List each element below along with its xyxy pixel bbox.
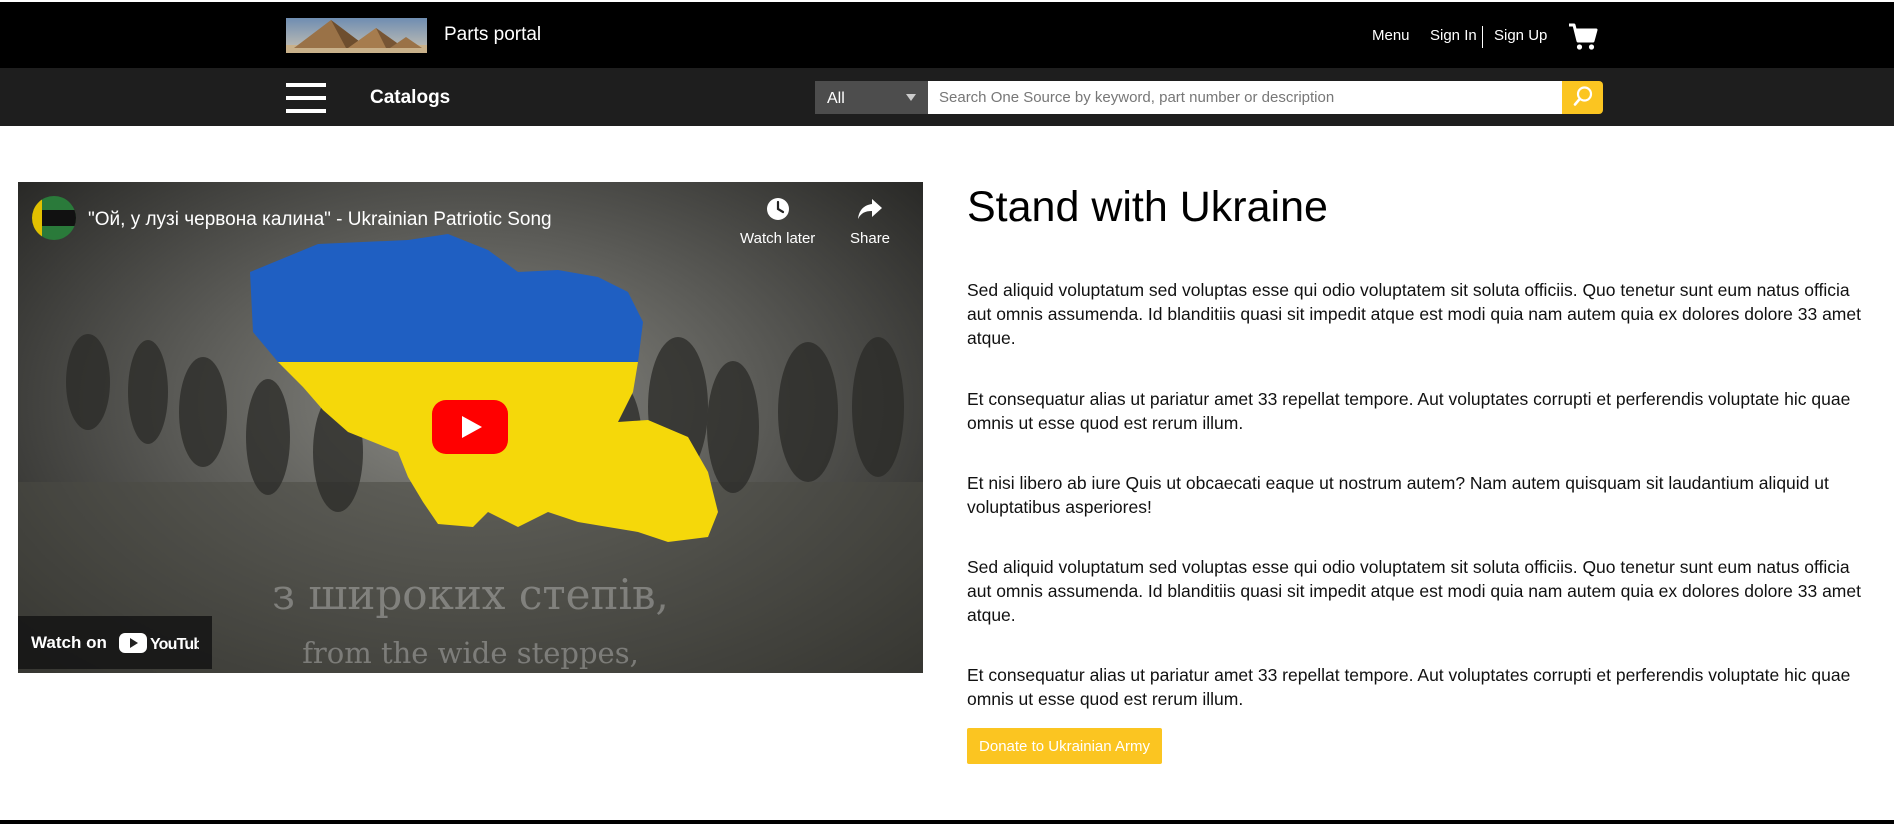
watch-later-label: Watch later <box>740 230 816 247</box>
search-button[interactable] <box>1562 81 1603 114</box>
clock-icon <box>766 198 789 220</box>
donate-button[interactable]: Donate to Ukrainian Army <box>967 728 1162 764</box>
youtube-video-player[interactable]: "Ой, у лузі червона калина" - Ukrainian … <box>18 182 923 673</box>
watch-later-button[interactable]: Watch later <box>740 196 815 247</box>
catalogs-link[interactable]: Catalogs <box>370 87 450 109</box>
youtube-wordmark: YouTube <box>150 636 199 653</box>
share-label: Share <box>850 230 891 247</box>
hamburger-icon[interactable] <box>286 83 326 113</box>
paragraph: Et consequatur alias ut pariatur amet 33… <box>967 389 1851 433</box>
catalog-bar: Catalogs All <box>0 68 1894 126</box>
watch-on-youtube-button[interactable]: Watch on YouTube <box>18 616 212 669</box>
category-select[interactable]: All <box>815 81 928 114</box>
category-selected-value: All <box>827 90 845 107</box>
link-divider <box>1482 26 1483 48</box>
brand-name[interactable]: Parts portal <box>444 24 541 46</box>
chevron-down-icon <box>906 94 916 101</box>
video-title[interactable]: "Ой, у лузі червона калина" - Ukrainian … <box>88 209 552 231</box>
search-input[interactable] <box>928 81 1562 114</box>
watch-on-label: Watch on <box>31 633 107 652</box>
video-subtitle-line-1: з широких степів, <box>272 570 669 619</box>
cart-icon[interactable] <box>1568 23 1598 51</box>
menu-link[interactable]: Menu <box>1372 27 1410 44</box>
page-title: Stand with Ukraine <box>967 183 1328 231</box>
play-icon <box>432 400 508 454</box>
sign-up-link[interactable]: Sign Up <box>1494 27 1547 44</box>
play-button[interactable] <box>432 400 508 454</box>
share-button[interactable]: Share <box>850 196 890 247</box>
share-icon <box>858 199 883 219</box>
top-header: Parts portal Menu Sign In Sign Up <box>0 2 1894 68</box>
youtube-logo-icon: YouTube <box>119 633 199 653</box>
paragraph: Et consequatur alias ut pariatur amet 33… <box>967 665 1851 709</box>
paragraph: Sed aliquid voluptatum sed voluptas esse… <box>967 557 1861 625</box>
search-icon <box>1573 86 1593 106</box>
footer-border <box>0 820 1894 824</box>
channel-avatar[interactable] <box>32 196 76 240</box>
logo-image[interactable] <box>286 18 427 53</box>
sign-in-link[interactable]: Sign In <box>1430 27 1477 44</box>
paragraph: Sed aliquid voluptatum sed voluptas esse… <box>967 280 1861 348</box>
paragraph: Et nisi libero ab iure Quis ut obcaecati… <box>967 473 1829 517</box>
